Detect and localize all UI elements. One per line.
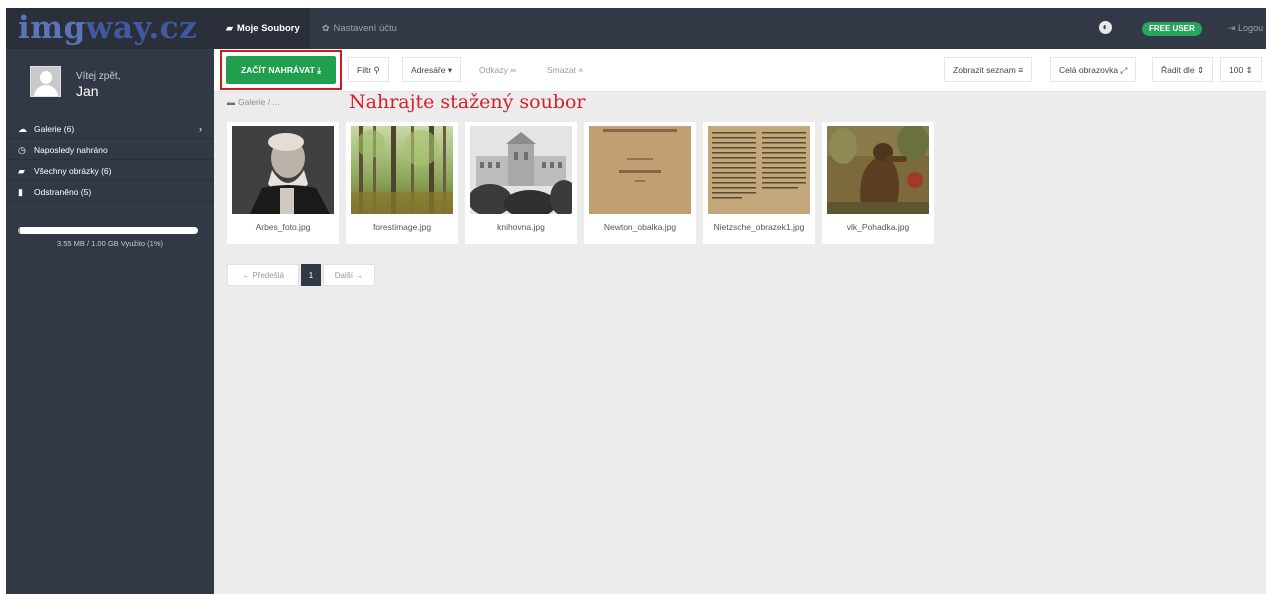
breadcrumb: ▬ Galerie / ... <box>227 97 280 107</box>
gear-icon: ✿ <box>322 23 330 33</box>
close-icon: × <box>578 65 584 75</box>
filter-button[interactable]: Filtr ⚲ <box>348 57 389 82</box>
next-page-button[interactable]: Další → <box>323 264 375 286</box>
sidebar-item-trash[interactable]: ▮ Odstraněno (5) <box>6 182 214 202</box>
avatar <box>30 66 61 97</box>
file-name: vlk_Pohadka.jpg <box>846 222 910 232</box>
logout-icon: ⇥ <box>1228 23 1239 33</box>
user-name: Jan <box>76 83 99 99</box>
file-card[interactable]: vlk_Pohadka.jpg <box>822 122 934 244</box>
sidebar-item-all-images[interactable]: ▰ Všechny obrázky (6) <box>6 161 214 181</box>
file-card[interactable]: knihovna.jpg <box>465 122 577 244</box>
start-upload-button[interactable]: ZAČÍT NAHRÁVAT ⤓ <box>226 56 336 84</box>
cloud-icon: ☁ <box>18 124 27 134</box>
thumbnail-forest <box>351 126 453 214</box>
delete-button[interactable]: Smazat × <box>538 57 593 82</box>
site-logo[interactable]: imgway.cz <box>6 8 214 49</box>
sidebar-item-recent[interactable]: ◷ Naposledy nahráno <box>6 140 214 160</box>
sidebar: Vítej zpět, Jan ☁ Galerie (6) › ◷ Naposled… <box>6 49 214 594</box>
file-name: Nietzsche_obrazek1.jpg <box>713 222 805 232</box>
tab-account-settings[interactable]: ✿ Nastavení účtu <box>310 8 406 49</box>
chevron-right-icon: › <box>199 124 202 134</box>
thumbnail-text-page <box>708 126 810 214</box>
links-button[interactable]: Odkazy ∞ <box>470 57 526 82</box>
previous-page-button[interactable]: ← Předešlá <box>227 264 299 286</box>
file-card[interactable]: Arbes_foto.jpg <box>227 122 339 244</box>
upload-icon: ⤓ <box>317 65 321 75</box>
sidebar-item-gallery[interactable]: ☁ Galerie (6) › <box>6 119 214 139</box>
file-name: Newton_obalka.jpg <box>603 222 677 232</box>
toolbar: ZAČÍT NAHRÁVAT ⤓ Filtr ⚲ Adresáře ▾ Odka… <box>214 49 1266 92</box>
clock-icon: ◷ <box>18 145 26 155</box>
thumbnail-library <box>470 126 572 214</box>
logout-link[interactable]: ⇥ Logou <box>1228 8 1263 49</box>
per-page-dropdown[interactable]: 100 ⇕ <box>1220 57 1262 82</box>
list-icon: ≡ <box>1018 65 1024 75</box>
sort-icon: ⇕ <box>1196 65 1205 75</box>
trash-icon: ▮ <box>18 187 23 197</box>
link-icon: ∞ <box>510 65 517 75</box>
page-1-button[interactable]: 1 <box>301 264 321 286</box>
search-icon: ⚲ <box>373 65 380 75</box>
breadcrumb-gallery[interactable]: Galerie <box>238 97 265 107</box>
top-bar: imgway.cz ▰ Moje Soubory ✿ Nastavení účtu … <box>6 8 1266 49</box>
thumbnail-portrait <box>232 126 334 214</box>
storage-usage-bar <box>18 227 198 234</box>
file-card[interactable]: forestimage.jpg <box>346 122 458 244</box>
file-name: forestimage.jpg <box>372 222 432 232</box>
images-icon: ▰ <box>18 166 25 176</box>
folder-icon: ▬ <box>227 98 235 107</box>
file-name: Arbes_foto.jpg <box>255 222 311 232</box>
file-name: knihovna.jpg <box>497 222 545 232</box>
storage-usage-text: 3.55 MB / 1.00 GB Využito (1%) <box>56 239 164 248</box>
folders-dropdown[interactable]: Adresáře ▾ <box>402 57 462 82</box>
expand-icon: ⤢ <box>1120 65 1128 75</box>
globe-icon[interactable]: ◐ <box>1099 21 1112 34</box>
storage-usage-fill <box>18 227 20 234</box>
file-card[interactable]: Nietzsche_obrazek1.jpg <box>703 122 815 244</box>
thumbnail-book-cover <box>589 126 691 214</box>
images-icon: ▰ <box>226 23 233 33</box>
instruction-annotation: Nahrajte stažený soubor <box>349 91 586 113</box>
account-badge: FREE USER <box>1142 22 1202 36</box>
sort-dropdown[interactable]: Řadit dle ⇕ <box>1152 57 1214 82</box>
fullscreen-button[interactable]: Celá obrazovka ⤢ <box>1050 57 1137 82</box>
thumbnail-wolf-illustration <box>827 126 929 214</box>
caret-down-icon: ▾ <box>447 65 453 75</box>
file-card[interactable]: Newton_obalka.jpg <box>584 122 696 244</box>
tab-my-files[interactable]: ▰ Moje Soubory <box>214 8 310 49</box>
sort-icon: ⇕ <box>1245 65 1253 75</box>
app-window: imgway.cz ▰ Moje Soubory ✿ Nastavení účtu … <box>6 8 1266 594</box>
welcome-text: Vítej zpět, <box>76 71 121 82</box>
list-view-button[interactable]: Zobrazit seznam ≡ <box>944 57 1033 82</box>
